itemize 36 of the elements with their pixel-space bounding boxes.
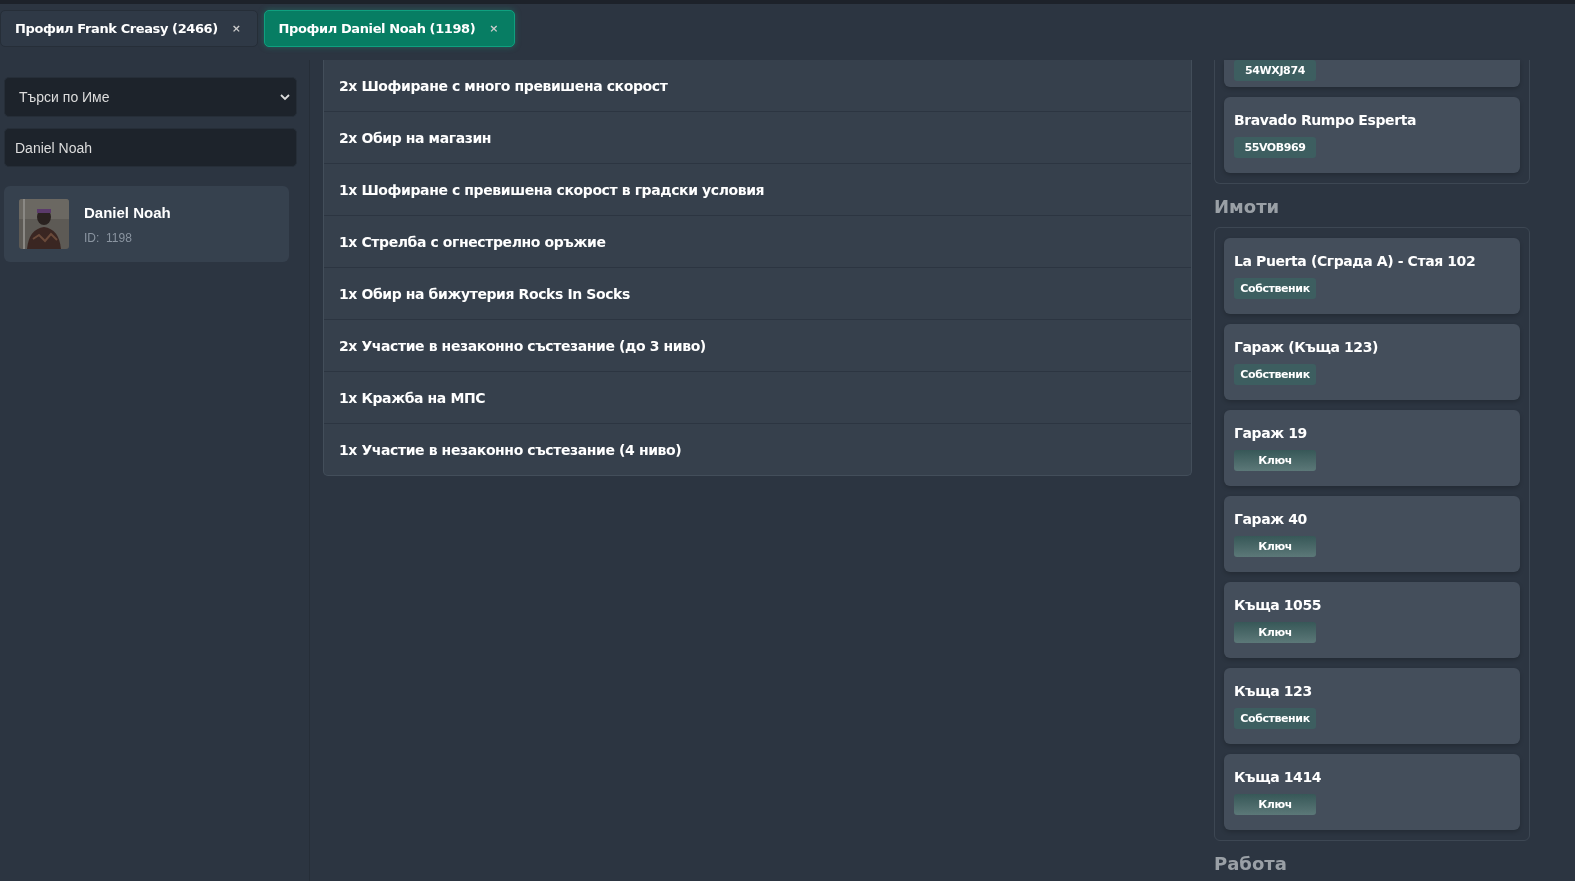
charge-row: 2x Обир на магазин	[324, 112, 1191, 164]
role-tag: Собственик	[1234, 364, 1316, 385]
charge-row: 1x Кражба на МПС	[324, 372, 1191, 424]
role-tag: Собственик	[1234, 708, 1316, 729]
property-name: Гараж (Къща 123)	[1234, 339, 1379, 355]
person-name: Daniel Noah	[84, 203, 171, 221]
vehicle-name: Bravado Rumpo Esperta	[1234, 112, 1416, 128]
property-name: Къща 1055	[1234, 597, 1322, 613]
charge-row: 2x Шофиране с много превишена скорост	[324, 60, 1191, 112]
profile-tab[interactable]: Профил Daniel Noah (1198) ×	[263, 10, 516, 47]
search-mode-dropdown[interactable]: Търси по Име	[4, 77, 297, 117]
plate-tag: 54WXJ874	[1234, 60, 1316, 81]
property-name: Гараж 19	[1234, 425, 1307, 441]
plate-tag: 55VOB969	[1234, 137, 1316, 158]
person-id: ID: 1198	[84, 230, 133, 245]
charge-row: 2x Участие в незаконно състезание (до 3 ниво)	[324, 320, 1191, 372]
search-field[interactable]: Daniel Noah	[4, 128, 297, 167]
role-tag: Ключ	[1234, 536, 1316, 557]
profile-tab[interactable]: Профил Frank Creasy (2466) ×	[0, 10, 258, 47]
role-tag: Собственик	[1234, 278, 1316, 299]
charge-row: 1x Обир на бижутерия Rocks In Socks	[324, 268, 1191, 320]
property-name: La Puerta (Сграда А) - Стая 102	[1234, 253, 1476, 269]
charge-row: 1x Стрелба с огнестрелно оръжие	[324, 216, 1191, 268]
role-tag: Ключ	[1234, 794, 1316, 815]
property-name: Гараж 40	[1234, 511, 1307, 527]
charge-row-text: 1x Участие в незаконно състезание (4 ниво)	[338, 440, 683, 460]
chevron-down-icon	[280, 93, 290, 101]
section-heading: Работа	[1214, 853, 1288, 874]
close-icon[interactable]: ×	[231, 22, 241, 35]
property-name: Къща 123	[1234, 683, 1312, 699]
role-tag: Ключ	[1234, 450, 1316, 471]
role-tag: Ключ	[1234, 622, 1316, 643]
charge-row: 1x Шофиране с превишена скорост в градски условия	[324, 164, 1191, 216]
property-name: Къща 1414	[1234, 769, 1322, 785]
person-result-card[interactable]: Daniel Noah ID: 1198	[4, 186, 289, 262]
section-heading: Имоти	[1214, 196, 1281, 217]
